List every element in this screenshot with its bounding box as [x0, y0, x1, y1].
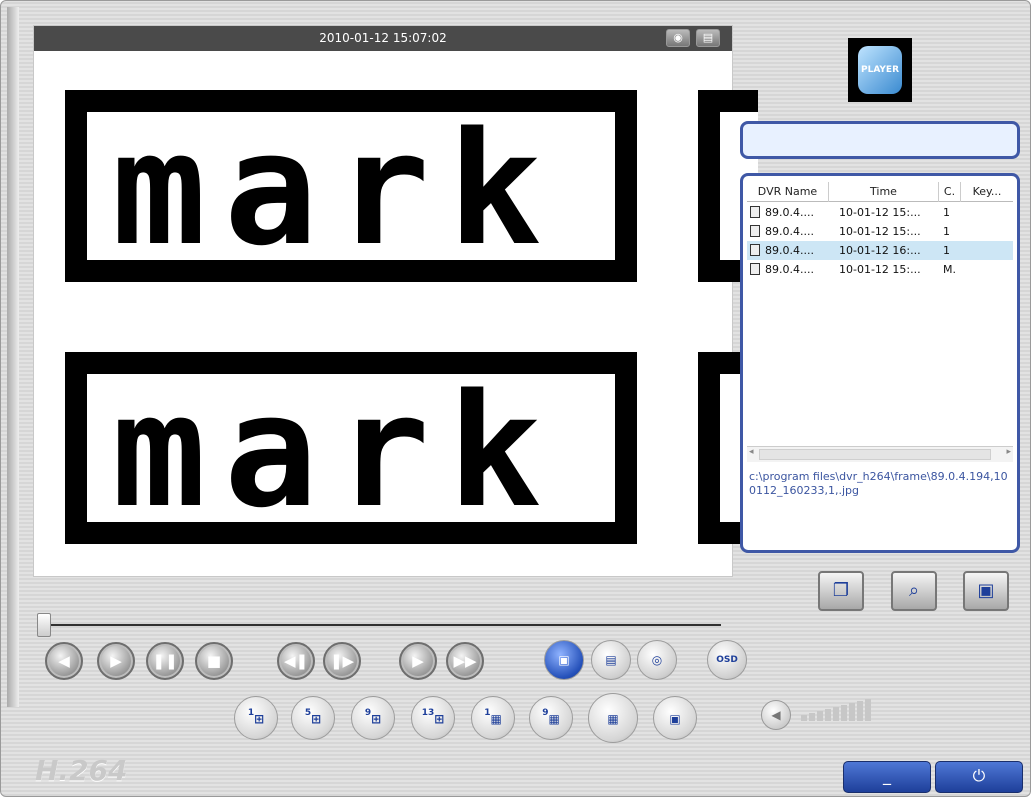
osd-label: OSD	[716, 655, 738, 665]
row-channel: M.	[943, 263, 956, 276]
row-time: 10-01-12 15:...	[839, 263, 921, 276]
video-timestamp: 2010-01-12 15:07:02	[319, 31, 447, 45]
copy-icon: ❐	[832, 580, 850, 601]
step-back-icon: ◀❚	[283, 652, 309, 670]
col-dvr-name[interactable]: DVR Name	[747, 182, 829, 202]
search-video-button[interactable]: ▣	[963, 571, 1009, 611]
step-forward-button[interactable]: ❚▶	[323, 642, 361, 680]
seek-thumb[interactable]	[37, 613, 51, 637]
pause-icon: ❚❚	[152, 652, 178, 670]
layout-1ch-icon: 1⊞	[247, 708, 265, 726]
snapshot-button[interactable]: ◎	[637, 640, 677, 680]
row-dvr: 89.0.4....	[765, 225, 814, 238]
row-dvr: 89.0.4....	[765, 263, 814, 276]
power-button[interactable]: ⏻	[935, 761, 1023, 793]
play-button[interactable]: ▶	[97, 642, 135, 680]
layout-1ch-b-button[interactable]: 1▦	[471, 696, 515, 740]
col-key[interactable]: Key...	[961, 182, 1013, 202]
print-icon[interactable]: ▤	[696, 29, 720, 47]
scroll-right-icon[interactable]: ▸	[1006, 447, 1011, 457]
layout-1ch-button[interactable]: 1⊞	[234, 696, 278, 740]
fast-button[interactable]: ▶▶	[446, 642, 484, 680]
volume-icon[interactable]: ◀	[761, 700, 791, 730]
col-time[interactable]: Time	[829, 182, 939, 202]
volume-slider[interactable]	[791, 695, 881, 721]
video-title-bar: 2010-01-12 15:07:02 ◉ ▤	[34, 26, 732, 51]
layout-9ch-button[interactable]: 9⊞	[351, 696, 395, 740]
scrollbar-thumb[interactable]	[759, 449, 991, 460]
list-header: DVR Name Time C. Key...	[747, 182, 1013, 202]
layout-pip-button[interactable]: ▣	[653, 696, 697, 740]
list-horizontal-scrollbar[interactable]: ◂ ▸	[747, 446, 1013, 462]
stop-button[interactable]: ■	[195, 642, 233, 680]
file-icon	[750, 244, 760, 256]
row-dvr: 89.0.4....	[765, 244, 814, 257]
layout-9ch-icon: 9⊞	[364, 708, 382, 726]
print-button[interactable]: ▤	[591, 640, 631, 680]
layout-9ch-b-button[interactable]: 9▦	[529, 696, 573, 740]
step-forward-icon: ❚▶	[329, 652, 355, 670]
file-path: c:\program files\dvr_h264\frame\89.0.4.1…	[749, 470, 1008, 497]
file-icon	[750, 225, 760, 237]
layout-9ch-b-icon: 9▦	[542, 708, 560, 726]
layout-1ch-b-icon: 1▦	[484, 708, 502, 726]
layout-5ch-icon: 5⊞	[304, 708, 322, 726]
row-channel: 1	[943, 244, 950, 257]
search-image-icon: ⌕	[908, 580, 920, 601]
slow-button[interactable]: ▶	[399, 642, 437, 680]
row-time: 10-01-12 15:...	[839, 206, 921, 219]
list-item[interactable]: 89.0.4.... 10-01-12 15:... M.	[747, 260, 1013, 279]
row-dvr: 89.0.4....	[765, 206, 814, 219]
dvr-player-window: 2010-01-12 15:07:02 ◉ ▤ mark mark ◀ ▶ ❚❚…	[0, 0, 1031, 797]
row-channel: 1	[943, 206, 950, 219]
file-list-panel: DVR Name Time C. Key... 89.0.4.... 10-01…	[740, 173, 1020, 553]
snapshot-icon: ◎	[651, 653, 663, 667]
player-logo: PLAYER	[848, 38, 912, 102]
row-time: 10-01-12 16:...	[839, 244, 921, 257]
layout-13ch-button[interactable]: 13⊞	[411, 696, 455, 740]
layout-pip-icon: ▣	[669, 712, 681, 726]
print-tool-icon: ▤	[605, 653, 617, 667]
file-icon	[750, 263, 760, 275]
file-icon	[750, 206, 760, 218]
scroll-left-icon[interactable]: ◂	[749, 447, 754, 457]
layout-13ch-icon: 13⊞	[421, 708, 445, 726]
window-left-edge	[7, 7, 19, 707]
brand-logo: H.264	[35, 754, 128, 787]
slow-icon: ▶	[412, 652, 424, 670]
rewind-button[interactable]: ◀	[45, 642, 83, 680]
record-clip-icon: ▣	[558, 653, 570, 667]
seek-bar[interactable]	[45, 624, 721, 626]
camera-icon[interactable]: ◉	[666, 29, 690, 47]
video-view[interactable]: 2010-01-12 15:07:02 ◉ ▤ mark mark	[33, 25, 758, 577]
pause-button[interactable]: ❚❚	[146, 642, 184, 680]
search-image-button[interactable]: ⌕	[891, 571, 937, 611]
play-icon: ▶	[110, 652, 122, 670]
list-item[interactable]: 89.0.4.... 10-01-12 15:... 1	[747, 222, 1013, 241]
mark-text-bottom: mark	[112, 360, 560, 542]
layout-16ch-icon: ▦	[607, 712, 619, 726]
row-time: 10-01-12 15:...	[839, 225, 921, 238]
stop-icon: ■	[206, 652, 222, 670]
search-box[interactable]	[740, 121, 1020, 159]
list-item[interactable]: 89.0.4.... 10-01-12 15:... 1	[747, 203, 1013, 222]
copy-button[interactable]: ❐	[818, 571, 864, 611]
osd-button[interactable]: OSD	[707, 640, 747, 680]
minimize-button[interactable]: _	[843, 761, 931, 793]
fast-icon: ▶▶	[453, 652, 477, 670]
search-video-icon: ▣	[977, 580, 995, 601]
col-channel[interactable]: C.	[939, 182, 961, 202]
row-channel: 1	[943, 225, 950, 238]
player-logo-cube: PLAYER	[858, 46, 902, 94]
step-back-button[interactable]: ◀❚	[277, 642, 315, 680]
layout-16ch-button[interactable]: ▦	[588, 693, 638, 743]
record-clip-button[interactable]: ▣	[544, 640, 584, 680]
list-item-selected[interactable]: 89.0.4.... 10-01-12 16:... 1	[747, 241, 1013, 260]
mark-text-top: mark	[112, 98, 560, 280]
rewind-icon: ◀	[58, 652, 70, 670]
layout-5ch-button[interactable]: 5⊞	[291, 696, 335, 740]
